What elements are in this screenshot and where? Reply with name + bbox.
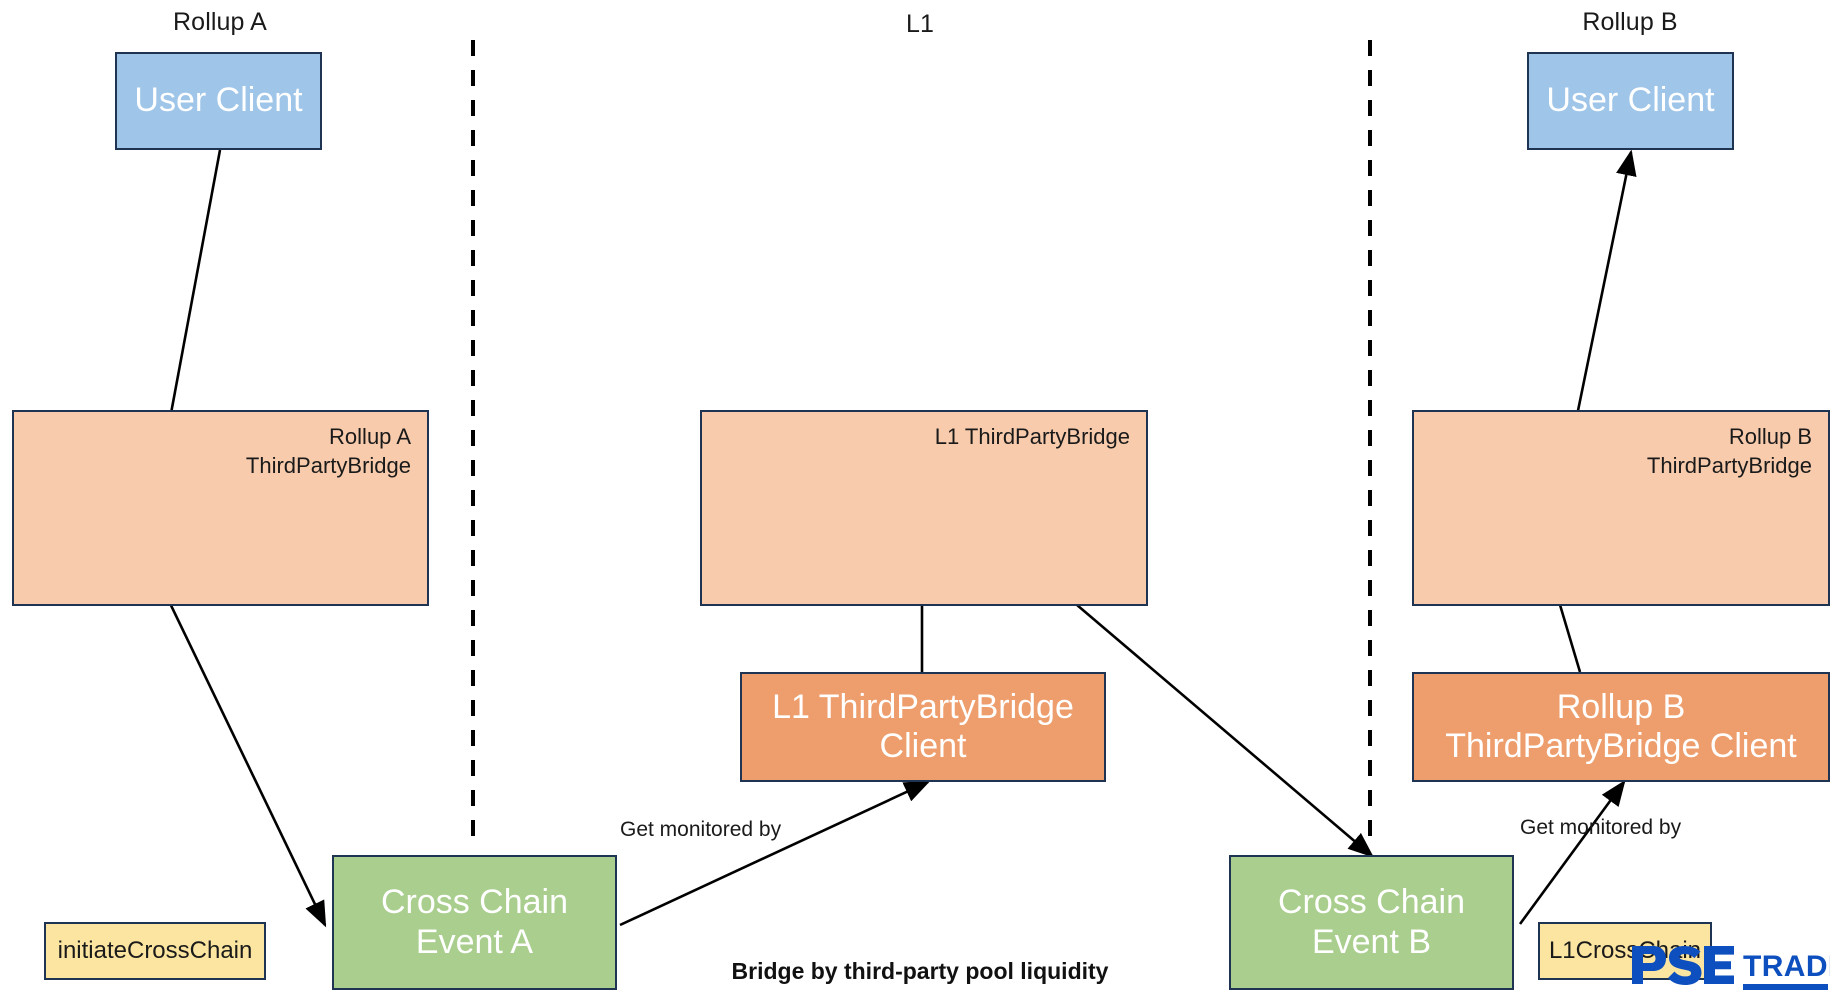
pse-trading-logo: TRADING [1632,946,1830,990]
node-user-client-rollup-b[interactable]: User Client [1527,52,1734,150]
node-l1-thirdpartybridge-client[interactable]: L1 ThirdPartyBridge Client [740,672,1106,782]
pse-mark-icon [1632,946,1734,985]
architecture-diagram: Rollup A L1 Rollup B User Client User Cl… [0,0,1842,1004]
container-rollup-a-thirdpartybridge[interactable]: Rollup A ThirdPartyBridge initiateCrossC… [12,410,429,980]
zone-label-rollup-a: Rollup A [173,8,267,36]
node-cross-chain-event-a[interactable]: Cross Chain Event A [332,855,617,990]
edge-initiate-to-event-a [151,567,327,928]
container-rollup-b-thirdpartybridge[interactable]: Rollup B ThirdPartyBridge finalizeCrossC… [1412,410,1830,606]
diagram-caption: Bridge by third-party pool liquidity [731,958,1109,984]
pse-trading-wordmark: TRADING [1743,950,1830,983]
node-user-client-rollup-a-label: User Client [134,81,303,120]
edge-label-get-monitored-by-left: Get monitored by [620,818,782,841]
node-method-initiate-cross-chain-label: initiateCrossChain [57,937,253,965]
container-rollup-a-thirdpartybridge-title: Rollup A ThirdPartyBridge [245,424,411,479]
pse-logo-underline [1743,984,1828,990]
node-cross-chain-event-a-label: Cross Chain Event A [380,883,569,961]
node-rollup-b-thirdpartybridge-client[interactable]: Rollup B ThirdPartyBridge Client [1412,672,1830,782]
node-cross-chain-event-b-label: Cross Chain Event B [1277,883,1466,961]
container-rollup-b-thirdpartybridge-title: Rollup B ThirdPartyBridge [1646,424,1812,479]
container-l1-thirdpartybridge[interactable]: L1 ThirdPartyBridge L1CrossChain [700,410,1712,980]
node-user-client-rollup-b-label: User Client [1546,81,1715,120]
node-user-client-rollup-a[interactable]: User Client [115,52,322,150]
node-rollup-b-thirdpartybridge-client-label: Rollup B ThirdPartyBridge Client [1445,687,1797,765]
zone-label-l1: L1 [905,10,934,38]
node-cross-chain-event-b[interactable]: Cross Chain Event B [1229,855,1514,990]
container-l1-thirdpartybridge-title: L1 ThirdPartyBridge [934,424,1130,449]
zone-label-rollup-b: Rollup B [1582,8,1678,36]
node-method-initiate-cross-chain[interactable]: initiateCrossChain [44,922,266,980]
edge-event-a-to-l1-client [619,780,931,927]
edge-event-b-to-rollup-b-client [1518,779,1626,925]
edge-label-get-monitored-by-right: Get monitored by [1520,816,1682,839]
node-l1-thirdpartybridge-client-label: L1 ThirdPartyBridge Client [772,687,1074,765]
